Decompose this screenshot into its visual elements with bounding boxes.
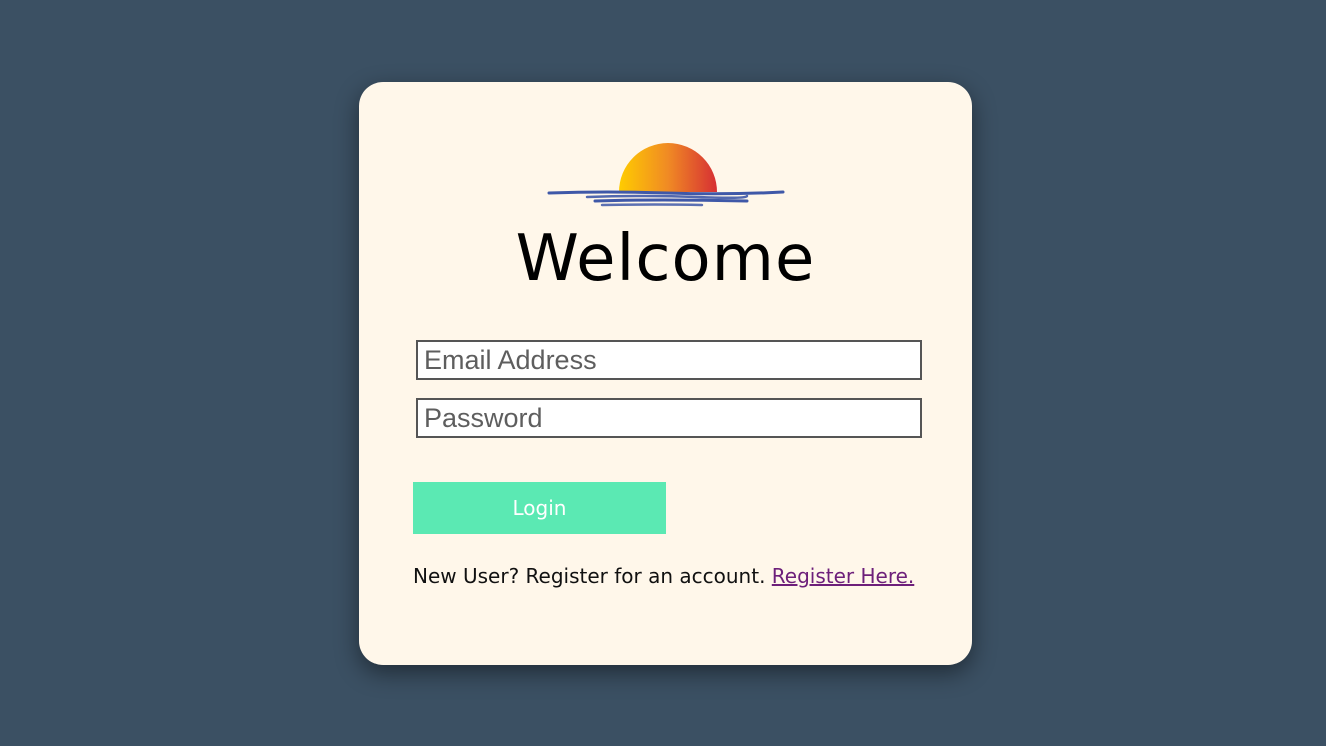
login-button[interactable]: Login — [413, 482, 666, 534]
sunset-logo-icon — [547, 143, 785, 207]
password-field[interactable] — [416, 398, 922, 438]
register-link[interactable]: Register Here. — [772, 564, 915, 588]
page-title: Welcome — [515, 222, 816, 296]
register-prompt-text: New User? Register for an account. — [413, 564, 766, 588]
login-card: Welcome Login New User? Register for an … — [359, 82, 972, 665]
register-prompt-line: New User? Register for an account. Regis… — [413, 564, 914, 588]
email-field[interactable] — [416, 340, 922, 380]
